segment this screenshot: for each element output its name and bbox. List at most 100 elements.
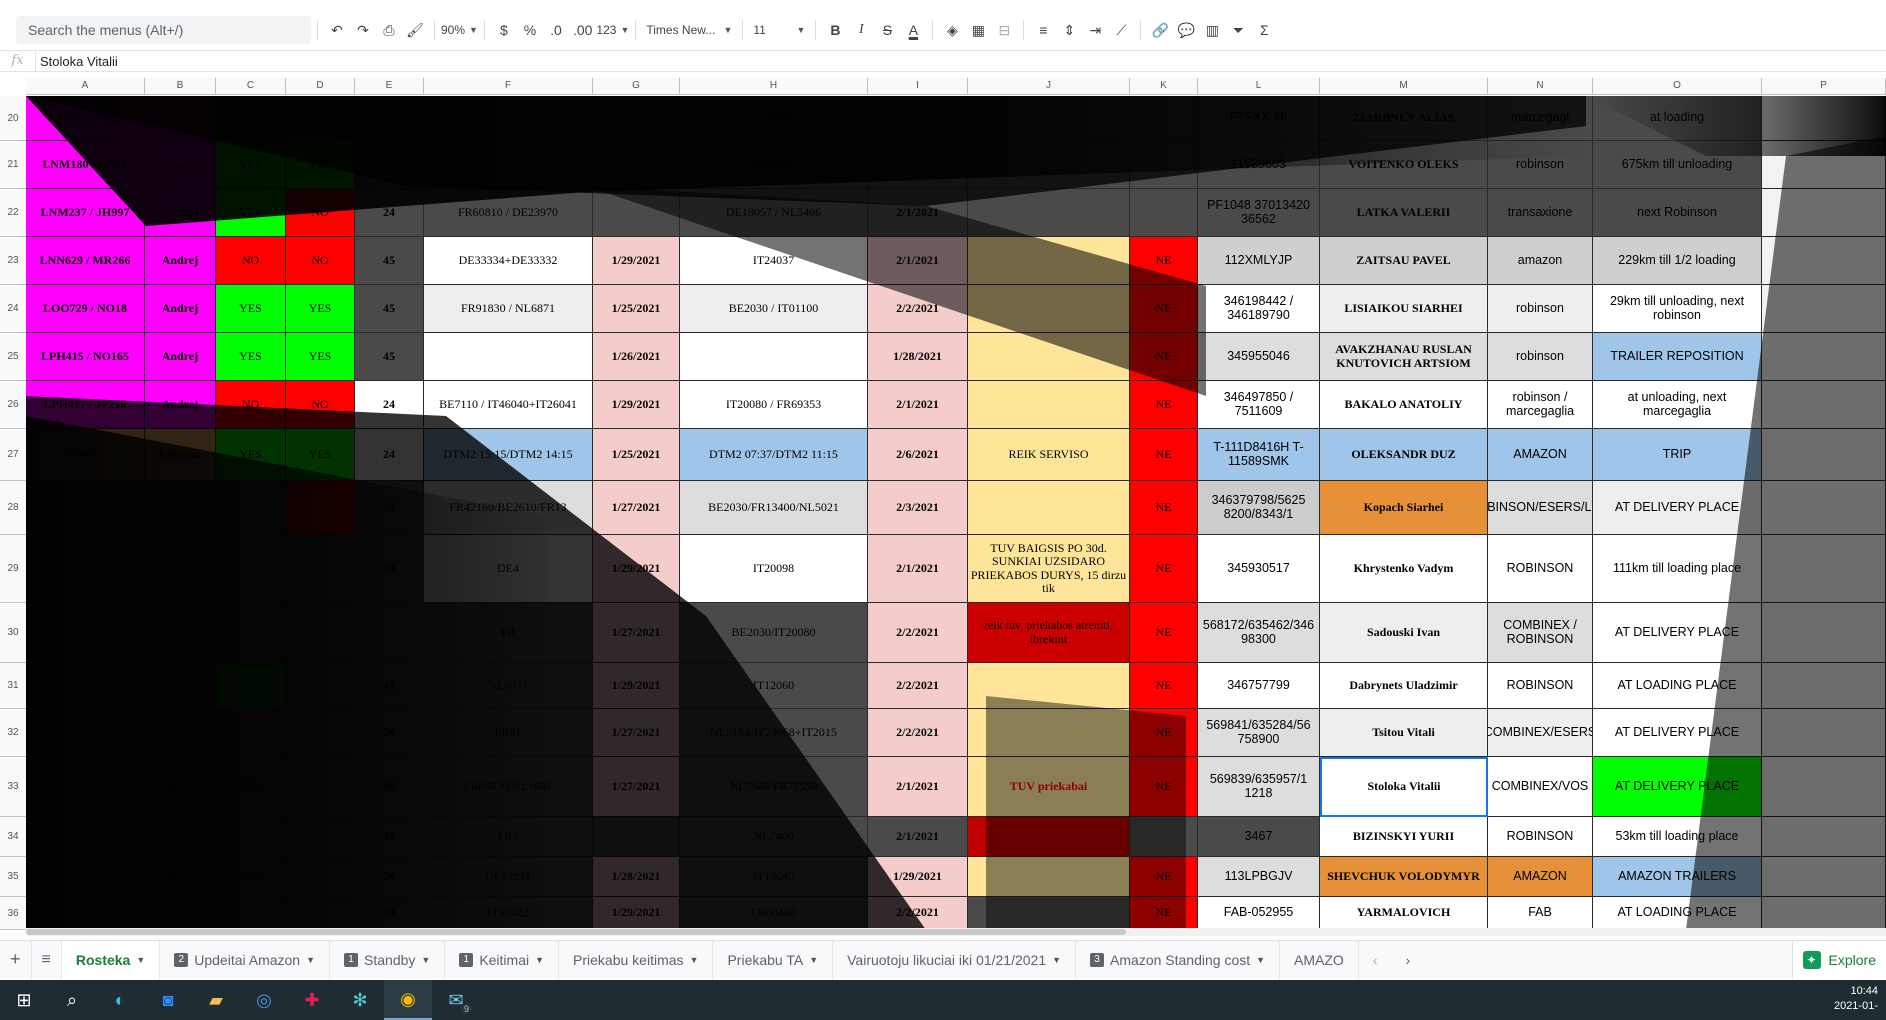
cell-i21[interactable] [868,141,968,189]
cell-d24[interactable]: YES [286,285,355,333]
cell-l28[interactable]: 346379798/5625 8200/8343/1 [1198,481,1320,535]
folder-icon[interactable]: ▰ [192,980,240,1020]
cell-f23[interactable]: DE33334+DE33332 [424,237,593,285]
cell-h20[interactable]: IT2070 [680,96,868,141]
cell-a31[interactable] [26,663,145,709]
column-header-c[interactable]: C [216,78,286,95]
row-header[interactable]: 24 [0,285,26,333]
cell-n21[interactable]: robinson [1488,141,1593,189]
cell-h28[interactable]: BE2030/FR13400/NL5021 [680,481,868,535]
cell-c30[interactable] [216,603,286,663]
cell-k26[interactable]: NE [1130,381,1198,429]
sheet-tab[interactable]: Vairuotoju likuciai iki 01/21/2021 ▼ [833,940,1077,979]
cell-i24[interactable]: 2/2/2021 [868,285,968,333]
cell-o32[interactable]: AT DELIVERY PLACE [1593,709,1762,757]
font-select[interactable]: Times New... ▼ [642,23,736,37]
cell-j31[interactable] [968,663,1130,709]
row-header[interactable]: 23 [0,237,26,285]
cell-b33[interactable]: Edgaras [145,757,216,817]
cell-h27[interactable]: DTM2 07:37/DTM2 11:15 [680,429,868,481]
chevron-down-icon[interactable]: ▼ [535,955,544,965]
sheet-tab[interactable]: Priekabu keitimas ▼ [559,940,714,979]
cell-c22[interactable]: YES [216,189,286,237]
cell-m34[interactable]: BIZINSKYI YURII [1320,817,1488,857]
cell-e20[interactable] [355,96,424,141]
cell-g22[interactable] [593,189,680,237]
cell-d22[interactable]: NO [286,189,355,237]
cell-g32[interactable]: 1/27/2021 [593,709,680,757]
cell-g36[interactable]: 1/29/2021 [593,897,680,930]
cell-o22[interactable]: next Robinson [1593,189,1762,237]
sheet-tab[interactable]: 3 Amazon Standing cost ▼ [1076,940,1281,979]
cell-h32[interactable]: NL5154/IT24068+IT2015 [680,709,868,757]
cell-g33[interactable]: 1/27/2021 [593,757,680,817]
cell-h34[interactable]: NL7400 [680,817,868,857]
cell-m27[interactable]: OLEKSANDR DUZ [1320,429,1488,481]
cell-l23[interactable]: 112XMLYJP [1198,237,1320,285]
cell-e21[interactable] [355,141,424,189]
cell-n34[interactable]: ROBINSON [1488,817,1593,857]
cell-c36[interactable] [216,897,286,930]
cell-b30[interactable] [145,603,216,663]
cell-j23[interactable] [968,237,1130,285]
cell-k31[interactable]: NE [1130,663,1198,709]
row-header[interactable]: 25 [0,333,26,381]
cell-f29[interactable]: DE4 [424,535,593,603]
cell-g20[interactable] [593,96,680,141]
cell-d27[interactable]: YES [286,429,355,481]
chrome-icon[interactable]: ◉ [384,980,432,1020]
sheet-tab[interactable]: 1 Keitimai ▼ [445,940,560,979]
cell-b29[interactable] [145,535,216,603]
cell-e26[interactable]: 24 [355,381,424,429]
edge-icon[interactable]: ◐ [96,980,144,1020]
cell-l33[interactable]: 569839/635957/1 1218 [1198,757,1320,817]
cell-p24[interactable] [1762,285,1886,333]
cell-i23[interactable]: 2/1/2021 [868,237,968,285]
cell-g27[interactable]: 1/25/2021 [593,429,680,481]
cell-h23[interactable]: IT24037 [680,237,868,285]
cell-h25[interactable] [680,333,868,381]
sheet-tab[interactable]: Priekabu TA ▼ [713,940,834,979]
chevron-down-icon[interactable]: ▼ [809,955,818,965]
cell-p34[interactable] [1762,817,1886,857]
cell-l21[interactable]: 11589603 [1198,141,1320,189]
cell-i32[interactable]: 2/2/2021 [868,709,968,757]
text-color-icon[interactable]: A [900,17,926,43]
cell-h31[interactable]: IT12060 [680,663,868,709]
scroll-tabs-right[interactable]: › [1392,941,1425,979]
cell-i35[interactable]: 1/29/2021 [868,857,968,897]
cell-k36[interactable]: NE [1130,897,1198,930]
cell-k34[interactable] [1130,817,1198,857]
redo-icon[interactable]: ↷ [350,17,376,43]
cell-o33[interactable]: AT DELIVERY PLACE [1593,757,1762,817]
cell-h33[interactable]: NL7946 FR77550 [680,757,868,817]
cell-b27[interactable]: Edgaras [145,429,216,481]
cell-h26[interactable]: IT20080 / FR69353 [680,381,868,429]
cell-n36[interactable]: FAB [1488,897,1593,930]
chevron-down-icon[interactable]: ▼ [690,955,699,965]
cell-n23[interactable]: amazon [1488,237,1593,285]
cell-a36[interactable] [26,897,145,930]
cell-b26[interactable]: Andrej [145,381,216,429]
cell-d35[interactable] [286,857,355,897]
font-size-select[interactable]: 11 ▼ [749,23,809,37]
cell-e33[interactable]: 45 [355,757,424,817]
cell-k25[interactable]: NE [1130,333,1198,381]
cell-m28[interactable]: Kopach Siarhei [1320,481,1488,535]
cell-k29[interactable]: NE [1130,535,1198,603]
cell-e34[interactable]: 45 [355,817,424,857]
cell-k24[interactable]: NE [1130,285,1198,333]
cell-n28[interactable]: ROBINSON/ESERS/LKW [1488,481,1593,535]
row-header[interactable]: 32 [0,709,26,757]
cell-c26[interactable]: NO [216,381,286,429]
cell-f25[interactable] [424,333,593,381]
cell-b35[interactable]: Edgaras [145,857,216,897]
cell-m23[interactable]: ZAITSAU PAVEL [1320,237,1488,285]
cell-a23[interactable]: LNN629 / MR266 [26,237,145,285]
cell-i30[interactable]: 2/2/2021 [868,603,968,663]
scrollbar-thumb[interactable] [26,929,1126,935]
cell-o26[interactable]: at unloading, next marcegaglia [1593,381,1762,429]
cell-p26[interactable] [1762,381,1886,429]
cell-l29[interactable]: 345930517 [1198,535,1320,603]
cell-l22[interactable]: PF1048 37013420 36562 [1198,189,1320,237]
